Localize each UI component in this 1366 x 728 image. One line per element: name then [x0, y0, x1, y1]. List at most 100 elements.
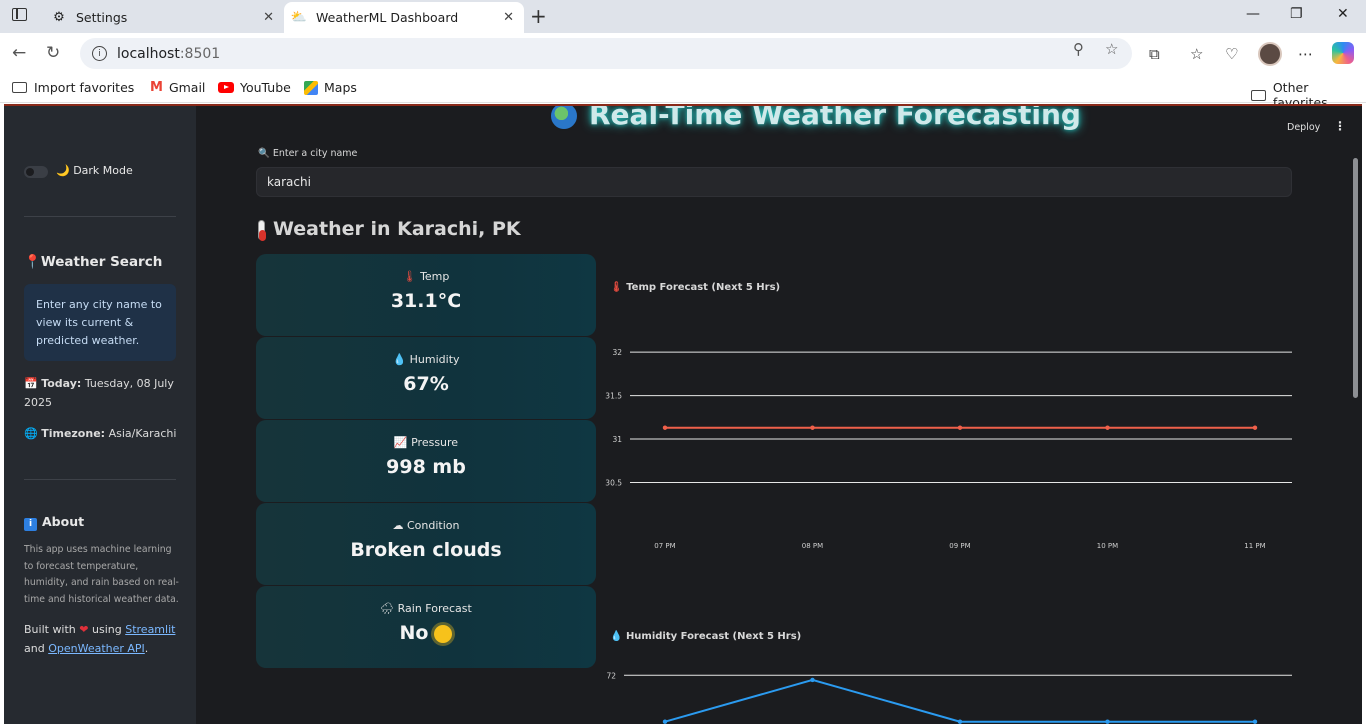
period: .: [144, 642, 149, 655]
sidebar: 🌙 Dark Mode 📍Weather Search Enter any ci…: [4, 106, 196, 724]
about-text: This app uses machine learning to foreca…: [24, 544, 179, 605]
tab-actions-icon[interactable]: [12, 8, 27, 21]
thermometer-icon: 🌡: [402, 270, 417, 283]
bookmark-youtube[interactable]: YouTube: [218, 80, 291, 95]
more-menu-icon[interactable]: ⋯: [1298, 45, 1313, 63]
data-point: [1252, 719, 1258, 724]
new-tab-button[interactable]: +: [530, 4, 547, 28]
tab-weatherml[interactable]: ⛅ WeatherML Dashboard ✕: [284, 2, 524, 33]
sun-icon: [434, 624, 453, 643]
card-value: 67%: [403, 373, 449, 395]
data-point: [810, 677, 815, 683]
streamlit-link[interactable]: Streamlit: [125, 623, 175, 636]
heart-icon: ❤: [79, 623, 89, 636]
reload-button[interactable]: ↻: [46, 43, 60, 63]
tab-settings[interactable]: ⚙ Settings ✕: [44, 2, 284, 33]
heading-text: About: [42, 514, 85, 529]
divider: [24, 479, 176, 480]
bookmark-label: Maps: [324, 80, 357, 95]
y-tick-label: 72: [606, 671, 616, 680]
data-point: [1252, 425, 1258, 430]
series-line: [664, 678, 1255, 723]
built-with-label: Built with: [24, 623, 76, 636]
bookmark-gmail[interactable]: M Gmail: [150, 80, 205, 95]
card-label-text: Temp: [420, 270, 450, 283]
x-tick-label: 09 PM: [949, 542, 970, 550]
today-label: Today:: [41, 377, 82, 390]
humidity-chart-title: 💧 Humidity Forecast (Next 5 Hrs): [610, 631, 801, 642]
card-label-text: Rain Forecast: [397, 602, 472, 615]
close-icon[interactable]: ✕: [503, 10, 514, 25]
droplet-icon: 💧: [610, 631, 623, 642]
openweather-link[interactable]: OpenWeather API: [48, 642, 145, 655]
back-button[interactable]: ←: [12, 43, 26, 63]
close-window-button[interactable]: ✕: [1337, 6, 1349, 22]
cloud-icon: ☁: [392, 519, 404, 532]
deploy-button[interactable]: Deploy: [1287, 122, 1320, 133]
card-label: ☁ Condition: [256, 519, 596, 532]
zoom-icon[interactable]: ⚲: [1073, 40, 1084, 58]
gear-icon: ⚙: [53, 10, 65, 25]
using-label: using: [92, 623, 122, 636]
data-point: [1105, 719, 1110, 724]
title-text: Real-Time Weather Forecasting: [589, 104, 1081, 131]
condition-card: ☁ Condition Broken clouds: [256, 503, 596, 585]
bookmark-import-favorites[interactable]: Import favorites: [12, 80, 134, 95]
heading-text: Weather Search: [40, 254, 163, 270]
pressure-card: 📈 Pressure 998 mb: [256, 420, 596, 502]
label-text: Enter a city name: [272, 148, 358, 159]
data-point: [957, 719, 963, 724]
dark-mode-label: 🌙 Dark Mode: [56, 164, 133, 177]
weather-heading: Weather in Karachi, PK: [258, 218, 521, 241]
heading-text: Weather in Karachi, PK: [273, 218, 521, 240]
restore-button[interactable]: ❐: [1290, 6, 1303, 22]
today-text: 📅 Today: Tuesday, 08 July 2025: [24, 374, 184, 412]
card-value: No: [256, 622, 596, 644]
bookmark-label: Gmail: [168, 80, 206, 95]
tab-label: WeatherML Dashboard: [316, 10, 459, 25]
favorite-star-icon[interactable]: ☆: [1105, 40, 1118, 58]
thermometer-icon: 🌡: [610, 282, 623, 293]
x-tick-label: 11 PM: [1244, 542, 1265, 550]
thermometer-icon: [258, 219, 266, 241]
magnifier-icon: 🔍: [258, 148, 270, 159]
humidity-card: 💧 Humidity 67%: [256, 337, 596, 419]
y-tick-label: 31.5: [605, 392, 622, 401]
humidity-forecast-chart: 72: [606, 671, 1292, 724]
calendar-icon: 📅: [24, 377, 38, 390]
rain-value: No: [399, 622, 429, 644]
dark-mode-toggle[interactable]: [24, 166, 48, 178]
pin-icon: 📍: [24, 254, 41, 270]
app-area: 🌙 Dark Mode 📍Weather Search Enter any ci…: [4, 104, 1362, 724]
minimize-button[interactable]: —: [1246, 6, 1260, 22]
tab-bar: ⚙ Settings ✕ ⛅ WeatherML Dashboard ✕ + —…: [0, 0, 1366, 33]
globe-icon: 🌐: [24, 427, 38, 440]
card-label-text: Pressure: [411, 436, 459, 449]
site-info-icon[interactable]: i: [92, 46, 107, 61]
profile-avatar[interactable]: [1258, 42, 1282, 66]
address-host: localhost: [117, 45, 180, 62]
browser-essentials-icon[interactable]: ♡: [1225, 45, 1238, 63]
maps-icon: [304, 80, 318, 95]
x-tick-label: 07 PM: [654, 542, 675, 550]
main-menu-icon[interactable]: ⋮: [1334, 119, 1346, 133]
favorites-icon[interactable]: ☆: [1190, 45, 1203, 63]
browser-toolbar: ← ↻ i localhost:8501 ⚲ ☆ ⧉ ☆ ♡ ⋯: [0, 33, 1366, 75]
close-icon[interactable]: ✕: [263, 10, 274, 25]
temp-forecast-chart: 30.5 31 31.5 32 07 PM 08 PM 09 PM 10 PM 11 PM: [605, 348, 1292, 550]
bookmark-label: YouTube: [240, 80, 291, 95]
bookmark-maps[interactable]: Maps: [304, 80, 357, 95]
city-input-label: 🔍 Enter a city name: [258, 148, 357, 159]
card-value: 998 mb: [386, 456, 466, 478]
scrollbar[interactable]: [1353, 158, 1358, 398]
info-icon: i: [24, 518, 37, 531]
copilot-icon[interactable]: [1332, 42, 1354, 64]
address-bar[interactable]: i localhost:8501: [80, 38, 1132, 69]
data-point: [957, 425, 963, 430]
y-tick-label: 31: [612, 435, 622, 444]
city-input[interactable]: [256, 167, 1292, 197]
card-value: 31.1°C: [390, 290, 462, 312]
data-point: [662, 425, 668, 430]
card-label: 💧 Humidity: [256, 353, 596, 366]
extensions-icon[interactable]: ⧉: [1149, 45, 1160, 63]
